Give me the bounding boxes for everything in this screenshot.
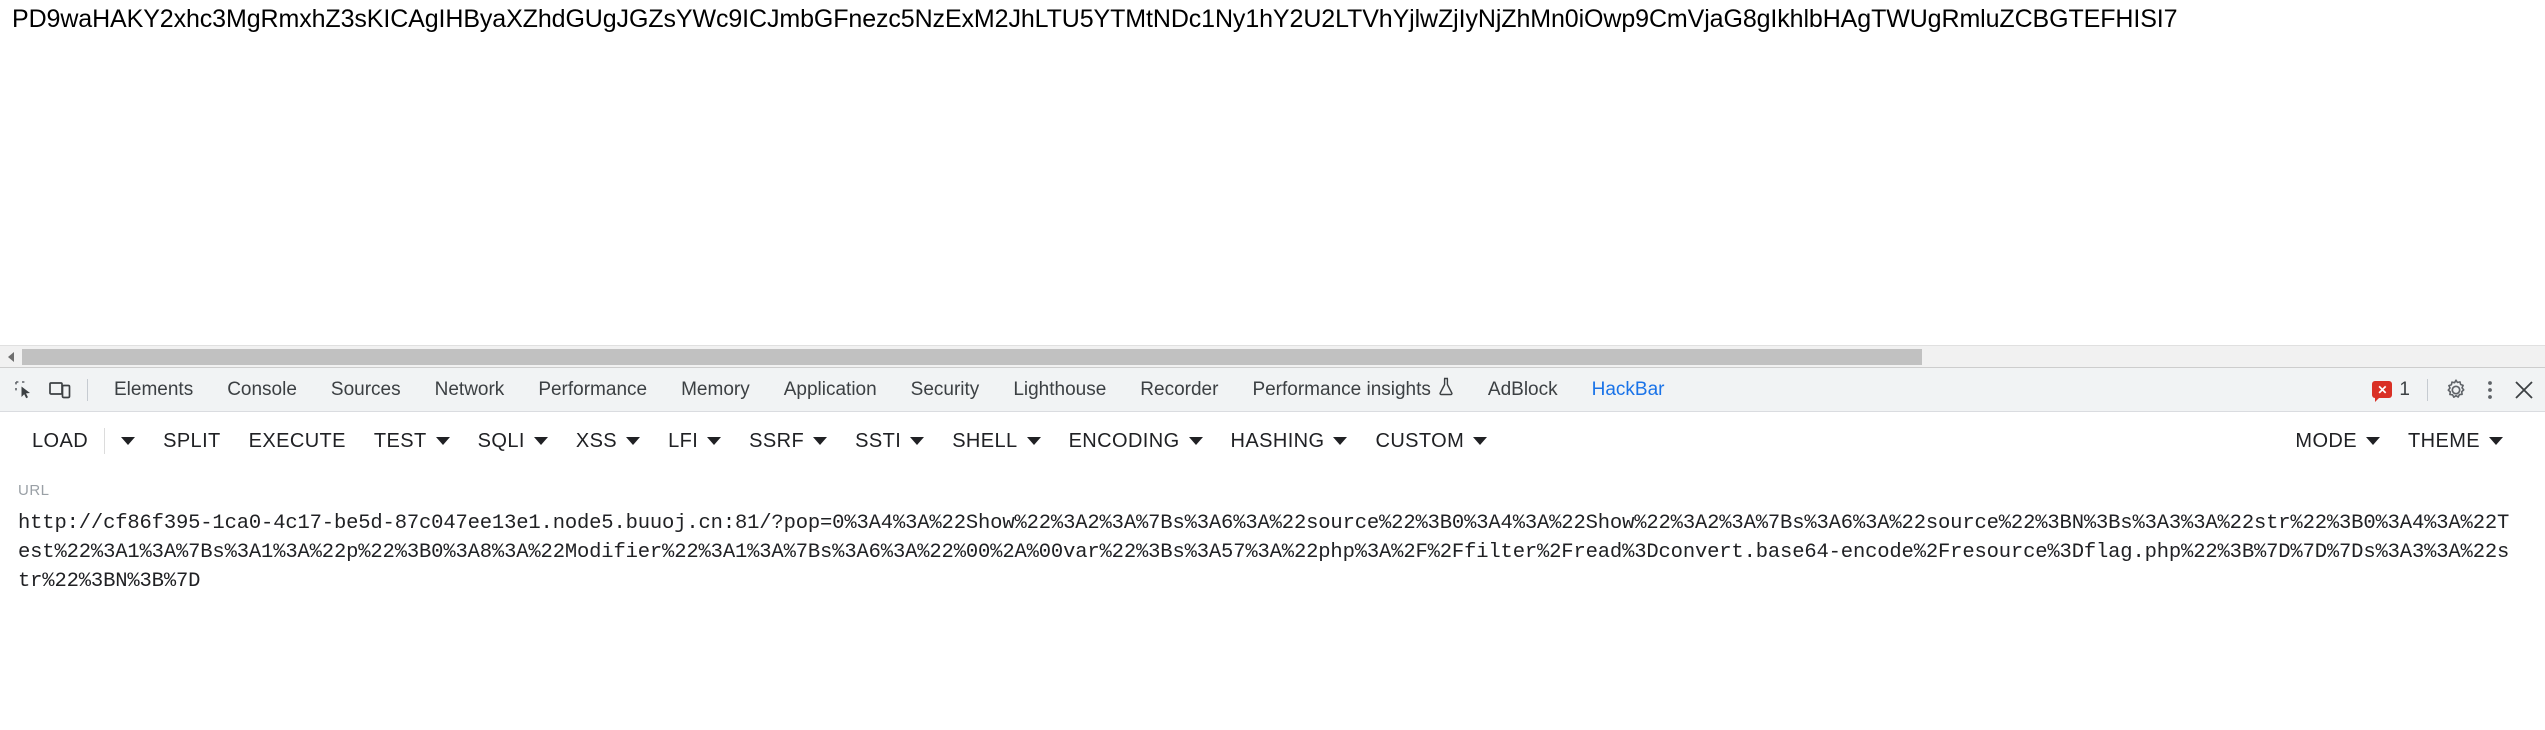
hackbar-load-dropdown-button[interactable] [107,429,149,453]
url-field-label: URL [18,482,50,499]
devtools-tab-bar: Elements Console Sources Network Perform… [0,368,2545,412]
scrollbar-thumb[interactable] [22,348,1922,365]
tabbar-right-divider [2427,378,2428,401]
hackbar-lfi-button[interactable]: LFI [654,422,735,461]
chevron-down-icon [533,437,548,445]
tab-hackbar[interactable]: HackBar [1575,368,1682,412]
chevron-down-icon [910,437,925,445]
flask-icon [1438,377,1454,402]
page-body-text: PD9waHAKY2xhc3MgRmxhZ3sKICAgIHByaXZhdGUg… [12,5,2178,33]
hackbar-ssti-label: SSTI [855,429,902,452]
devtools-panel: Elements Console Sources Network Perform… [0,367,2545,730]
tab-network[interactable]: Network [418,368,522,412]
error-bubble-icon: ✕ [2372,381,2393,402]
hackbar-lfi-label: LFI [668,429,699,452]
tab-recorder[interactable]: Recorder [1123,368,1235,412]
tab-lighthouse[interactable]: Lighthouse [996,368,1123,412]
hackbar-shell-label: SHELL [952,429,1018,452]
hackbar-ssti-button[interactable]: SSTI [841,422,938,461]
hackbar-test-label: TEST [373,429,427,452]
chevron-down-icon [1473,437,1488,445]
close-icon[interactable] [2507,373,2541,407]
hackbar-ssrf-label: SSRF [749,429,805,452]
inspect-element-icon[interactable] [6,372,42,408]
url-input[interactable]: http://cf86f395-1ca0-4c17-be5d-87c047ee1… [18,509,2518,596]
chevron-down-icon [1188,437,1203,445]
tab-console[interactable]: Console [210,368,314,412]
chevron-down-icon [121,437,136,445]
device-toolbar-icon[interactable] [42,372,78,408]
browser-page-viewport: PD9waHAKY2xhc3MgRmxhZ3sKICAgIHByaXZhdGUg… [0,0,2545,345]
chevron-down-icon [1333,437,1348,445]
hackbar-toolbar: LOAD SPLIT EXECUTE TEST SQLI XSS LFI SSR… [0,412,2545,470]
tab-elements[interactable]: Elements [97,368,210,412]
chevron-down-icon [435,437,450,445]
hackbar-custom-button[interactable]: CUSTOM [1361,422,1501,461]
hackbar-load-divider [104,428,106,454]
tab-performance[interactable]: Performance [521,368,664,412]
hackbar-xss-button[interactable]: XSS [562,422,654,461]
chevron-down-icon [2489,437,2503,445]
hackbar-encoding-button[interactable]: ENCODING [1055,422,1217,461]
hackbar-hashing-label: HASHING [1230,429,1325,452]
chevron-down-icon [707,437,722,445]
hackbar-ssrf-button[interactable]: SSRF [735,422,841,461]
gear-icon[interactable] [2439,373,2473,407]
chevron-down-icon [2366,437,2380,445]
three-dot-menu-icon[interactable] [2473,373,2507,407]
hackbar-shell-button[interactable]: SHELL [938,422,1054,461]
hackbar-test-button[interactable]: TEST [360,422,464,461]
chevron-down-icon [813,437,828,445]
hackbar-sqli-label: SQLI [477,429,525,452]
hackbar-custom-label: CUSTOM [1375,429,1465,452]
hackbar-execute-button[interactable]: EXECUTE [235,422,360,461]
chevron-down-icon [626,437,641,445]
error-count-badge[interactable]: ✕ 1 [2366,378,2416,402]
error-count-value: 1 [2399,378,2410,400]
hackbar-theme-label: THEME [2408,429,2480,452]
scrollbar-track[interactable] [22,345,2545,368]
hackbar-load-button[interactable]: LOAD [18,422,102,461]
hackbar-mode-label: MODE [2295,429,2357,452]
tab-sources[interactable]: Sources [314,368,418,412]
hackbar-xss-label: XSS [575,429,618,452]
tab-memory[interactable]: Memory [664,368,767,412]
tab-performance-insights[interactable]: Performance insights [1235,368,1470,412]
tab-application[interactable]: Application [767,368,894,412]
tabbar-divider [87,378,88,401]
hackbar-hashing-button[interactable]: HASHING [1217,422,1362,461]
hackbar-mode-button[interactable]: MODE [2281,422,2394,461]
tab-security[interactable]: Security [894,368,997,412]
tab-performance-insights-label: Performance insights [1252,378,1431,400]
hackbar-url-section: URL http://cf86f395-1ca0-4c17-be5d-87c04… [0,470,2545,596]
chevron-down-icon [1026,437,1041,445]
hackbar-sqli-button[interactable]: SQLI [464,422,562,461]
page-horizontal-scrollbar[interactable] [0,345,2545,368]
hackbar-split-button[interactable]: SPLIT [149,422,235,461]
chevron-left-icon[interactable] [0,345,22,368]
hackbar-theme-button[interactable]: THEME [2394,422,2517,461]
tab-adblock[interactable]: AdBlock [1471,368,1575,412]
hackbar-encoding-label: ENCODING [1068,429,1180,452]
